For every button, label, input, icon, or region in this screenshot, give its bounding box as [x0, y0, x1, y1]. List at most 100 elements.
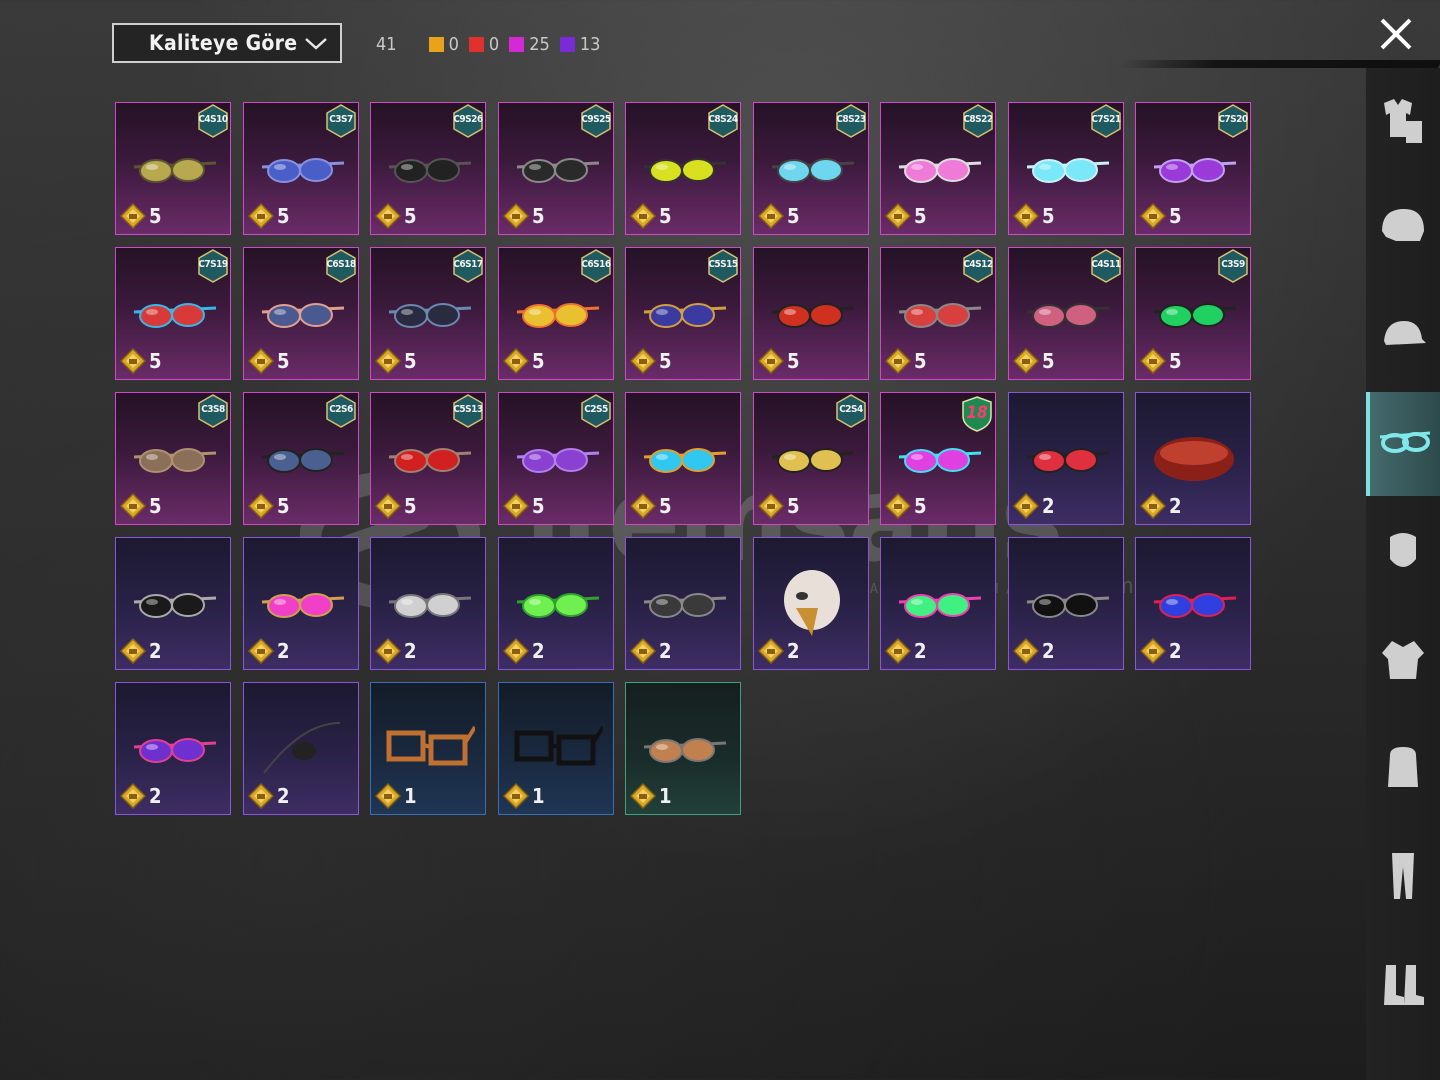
- season-badge: C7S19: [198, 249, 228, 283]
- inventory-item-card[interactable]: C2S6 5: [243, 392, 359, 525]
- item-value-number: 2: [787, 639, 800, 663]
- inventory-item-card[interactable]: C7S20 5: [1135, 102, 1251, 235]
- item-value-number: 5: [404, 204, 417, 228]
- inventory-item-card[interactable]: C7S21 5: [1008, 102, 1124, 235]
- premium-coin-icon: [630, 493, 656, 519]
- item-value-number: 2: [914, 639, 927, 663]
- donut-goggles-icon: [133, 303, 217, 328]
- item-value-number: 5: [1169, 349, 1182, 373]
- sidebar-category-cap[interactable]: [1366, 284, 1440, 388]
- inventory-item-card[interactable]: C3S9 5: [1135, 247, 1251, 380]
- inventory-item-card[interactable]: 2: [1008, 537, 1124, 670]
- item-value-number: 1: [404, 784, 417, 808]
- season-badge: C9S25: [581, 104, 611, 138]
- inventory-item-card[interactable]: 2: [370, 537, 486, 670]
- red-bandana-icon: [1154, 437, 1234, 481]
- boots-icon: [1384, 965, 1424, 1005]
- season-badge: C9S26: [453, 104, 483, 138]
- inventory-item-card[interactable]: C3S8 5: [115, 392, 231, 525]
- premium-coin-icon: [630, 638, 656, 664]
- inventory-item-card[interactable]: C6S17 5: [370, 247, 486, 380]
- inventory-item-card[interactable]: 2: [243, 682, 359, 815]
- inventory-item-card[interactable]: 2: [115, 682, 231, 815]
- inventory-item-card[interactable]: 2: [1135, 537, 1251, 670]
- inventory-item-card[interactable]: 1: [498, 682, 614, 815]
- inventory-item-card[interactable]: C4S11 5: [1008, 247, 1124, 380]
- inventory-item-card[interactable]: C5S13 5: [370, 392, 486, 525]
- inventory-item-card[interactable]: C5S15 5: [625, 247, 741, 380]
- item-value-number: 5: [532, 494, 545, 518]
- sidebar-category-backpack[interactable]: [1366, 716, 1440, 820]
- age-rating-badge: 18: [962, 396, 992, 432]
- premium-coin-icon: [375, 638, 401, 664]
- inventory-item-card[interactable]: C7S19 5: [115, 247, 231, 380]
- inventory-item-card[interactable]: C4S10 5: [115, 102, 231, 235]
- inventory-item-card[interactable]: 5: [753, 247, 869, 380]
- inventory-item-card[interactable]: C2S5 5: [498, 392, 614, 525]
- inventory-item-card[interactable]: 2: [115, 537, 231, 670]
- inventory-item-card[interactable]: 2: [1008, 392, 1124, 525]
- item-value-number: 1: [532, 784, 545, 808]
- red-quality-swatch: [468, 36, 484, 52]
- inventory-item-card[interactable]: C3S7 5: [243, 102, 359, 235]
- item-value: 5: [248, 348, 290, 374]
- inventory-item-card[interactable]: 2: [243, 537, 359, 670]
- lime-glasses-icon: [516, 593, 600, 618]
- item-value: 5: [1140, 348, 1182, 374]
- inventory-item-card[interactable]: C2S4 5: [753, 392, 869, 525]
- item-value: 5: [630, 493, 672, 519]
- item-value-number: 5: [659, 349, 672, 373]
- season-badge: C3S9: [1218, 249, 1248, 283]
- premium-coin-icon: [248, 348, 274, 374]
- sort-dropdown[interactable]: Kaliteye Göre: [112, 23, 342, 63]
- sidebar-category-face-mask[interactable]: [1366, 500, 1440, 604]
- backpack-icon: [1388, 747, 1418, 787]
- inventory-item-card[interactable]: C8S23 5: [753, 102, 869, 235]
- blue-frame-goggles-icon: [1153, 593, 1237, 618]
- season-badge: C6S18: [326, 249, 356, 283]
- item-value: 2: [1013, 493, 1055, 519]
- total-count: 41: [376, 33, 397, 55]
- sidebar-category-outfit[interactable]: [1366, 68, 1440, 172]
- item-value-number: 5: [277, 204, 290, 228]
- item-value-number: 2: [1042, 494, 1055, 518]
- premium-coin-icon: [885, 348, 911, 374]
- item-value: 5: [503, 348, 545, 374]
- inventory-item-card[interactable]: 2: [753, 537, 869, 670]
- inventory-item-card[interactable]: C9S25 5: [498, 102, 614, 235]
- inventory-item-card[interactable]: 5: [625, 392, 741, 525]
- item-value: 5: [375, 348, 417, 374]
- premium-coin-icon: [1140, 493, 1166, 519]
- purple-aviator-icon: [133, 738, 217, 763]
- item-value: 2: [375, 638, 417, 664]
- inventory-item-card[interactable]: 2: [1135, 392, 1251, 525]
- header-decoration: [1117, 60, 1440, 68]
- season-badge-label: C5S13: [453, 404, 483, 415]
- inventory-item-card[interactable]: 2: [498, 537, 614, 670]
- masquerade-mask-icon: [261, 158, 345, 183]
- inventory-item-card[interactable]: C8S22 5: [880, 102, 996, 235]
- item-value-number: 5: [787, 494, 800, 518]
- sidebar-category-boots[interactable]: [1366, 932, 1440, 1036]
- inventory-item-card[interactable]: C4S12 5: [880, 247, 996, 380]
- premium-coin-icon: [248, 638, 274, 664]
- premium-coin-icon: [630, 203, 656, 229]
- inventory-item-card[interactable]: 18 5: [880, 392, 996, 525]
- inventory-item-card[interactable]: 1: [370, 682, 486, 815]
- inventory-item-card[interactable]: 1: [625, 682, 741, 815]
- inventory-item-card[interactable]: C6S16 5: [498, 247, 614, 380]
- sidebar-category-glasses[interactable]: [1366, 392, 1440, 496]
- inventory-item-card[interactable]: 2: [625, 537, 741, 670]
- item-value: 2: [248, 783, 290, 809]
- inventory-item-card[interactable]: C6S18 5: [243, 247, 359, 380]
- inventory-item-card[interactable]: C8S24 5: [625, 102, 741, 235]
- sidebar-category-helmet[interactable]: [1366, 176, 1440, 280]
- sidebar-category-jacket[interactable]: [1366, 608, 1440, 712]
- inventory-item-card[interactable]: 2: [880, 537, 996, 670]
- sidebar-category-pants[interactable]: [1366, 824, 1440, 928]
- close-button[interactable]: [1376, 14, 1416, 54]
- quality-count-purple: 13: [559, 34, 600, 55]
- premium-coin-icon: [120, 493, 146, 519]
- round-blue-glasses-icon: [643, 303, 727, 328]
- inventory-item-card[interactable]: C9S26 5: [370, 102, 486, 235]
